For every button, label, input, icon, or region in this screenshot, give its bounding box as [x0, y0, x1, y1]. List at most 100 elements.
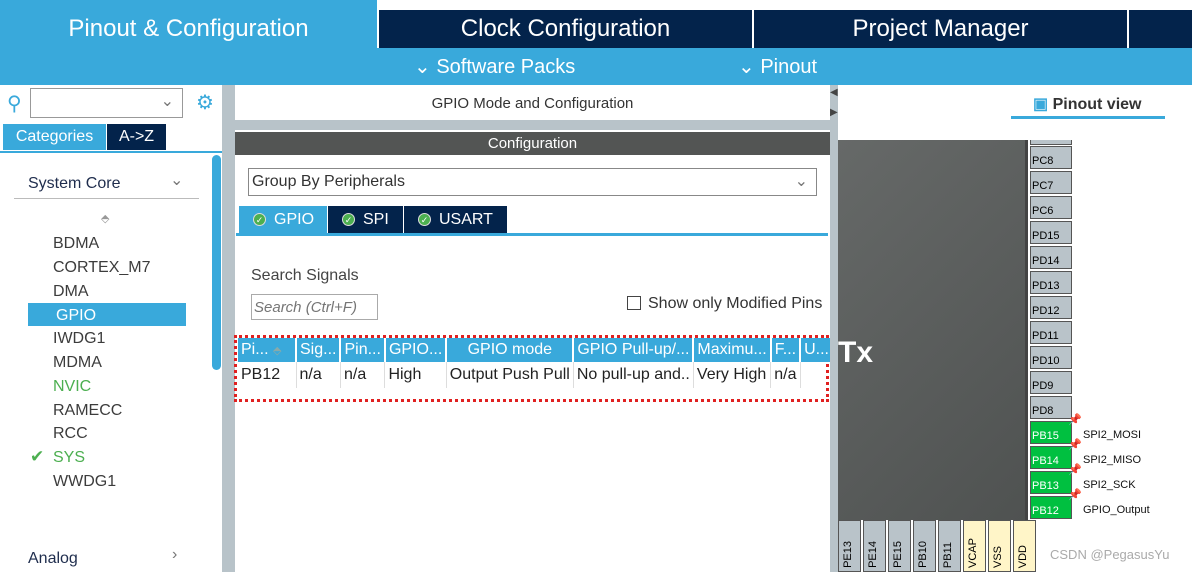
tab-a-z[interactable]: A->Z [107, 124, 166, 150]
sidebar-item-nvic[interactable]: NVIC [53, 378, 91, 396]
software-packs-label: Software Packs [436, 56, 576, 78]
divider [235, 120, 830, 130]
sort-icon[interactable]: ⬘ [101, 212, 109, 225]
sidebar-item-dma[interactable]: DMA [53, 283, 89, 301]
search-signals-label: Search Signals [251, 267, 359, 284]
pin-pb13[interactable]: PB13 [1030, 471, 1072, 494]
pin-partial [1030, 140, 1072, 145]
group-by-value: Group By Peripherals [252, 173, 405, 190]
check-circle-icon: ✓ [342, 213, 355, 226]
pin-pd12[interactable]: PD12 [1030, 296, 1072, 319]
sidebar-item-ramecc[interactable]: RAMECC [53, 402, 122, 420]
gear-icon[interactable]: ⚙ [196, 90, 214, 115]
tab-label: USART [439, 210, 493, 228]
pin-pe13[interactable]: PE13 [838, 520, 861, 572]
collapse-handle[interactable]: ◀ ▶ [830, 85, 838, 572]
chevron-down-icon: ⌄ [414, 56, 431, 78]
tab-pinout-view[interactable]: ▣ Pinout view [1033, 94, 1141, 114]
pin-pd14[interactable]: PD14 [1030, 246, 1072, 269]
configuration-header: Configuration [235, 132, 830, 155]
tab-extra[interactable] [1129, 10, 1192, 48]
col-gpio-pull[interactable]: GPIO Pull-up/... [573, 338, 695, 362]
sidebar-item-cortex-m7[interactable]: CORTEX_M7 [53, 259, 151, 277]
pin-vdd[interactable]: VDD [1013, 520, 1036, 572]
pin-pd13[interactable]: PD13 [1030, 271, 1072, 294]
tab-pinout-configuration[interactable]: Pinout & Configuration [0, 0, 377, 48]
pin-pd8[interactable]: PD8 [1030, 396, 1072, 419]
pin-pb10[interactable]: PB10 [913, 520, 936, 572]
cell: Output Push Pull [446, 362, 574, 388]
sidebar-item-rcc[interactable]: RCC [53, 425, 88, 443]
sidebar-item-sys[interactable]: SYS [53, 449, 85, 467]
col-signal[interactable]: Sig... [296, 338, 342, 362]
tab-label: SPI [363, 210, 389, 228]
section-system-core[interactable]: System Core [28, 175, 120, 193]
sidebar-item-gpio[interactable]: GPIO [56, 307, 96, 325]
col-pin-context[interactable]: Pin... [340, 338, 386, 362]
check-circle-icon: ✓ [418, 213, 431, 226]
chevron-right-icon[interactable]: › [172, 546, 177, 564]
table-row[interactable]: PB12 n/a n/a High Output Push Pull No pu… [238, 362, 860, 388]
pin-pe14[interactable]: PE14 [863, 520, 886, 572]
pin-pc6[interactable]: PC6 [1030, 196, 1072, 219]
pin-pb11[interactable]: PB11 [938, 520, 961, 572]
show-modified-checkbox[interactable] [627, 296, 641, 310]
sidebar-item-mdma[interactable]: MDMA [53, 354, 102, 372]
tab-usart[interactable]: ✓ USART [404, 206, 507, 233]
group-by-select[interactable]: Group By Peripherals ⌄ [248, 168, 817, 196]
search-icon: ⚲ [7, 93, 22, 115]
software-packs-menu[interactable]: ⌄ Software Packs [414, 54, 575, 79]
col-u[interactable]: U... [800, 338, 834, 362]
signal-label: GPIO_Output [1083, 504, 1150, 516]
pin-vcap[interactable]: VCAP [963, 520, 986, 572]
pin-pc8[interactable]: PC8 [1030, 146, 1072, 169]
cell: n/a [296, 362, 341, 388]
section-analog[interactable]: Analog [28, 550, 78, 568]
cell: PB12 [238, 362, 297, 388]
chevron-down-icon: ⌄ [794, 173, 808, 190]
chevron-down-icon: ⌄ [738, 56, 755, 78]
chip-body: Tx [838, 140, 1028, 520]
cell [800, 362, 834, 388]
pin-pd9[interactable]: PD9 [1030, 371, 1072, 394]
col-gpio-output-level[interactable]: GPIO... [384, 338, 448, 362]
pin-vss[interactable]: VSS [988, 520, 1011, 572]
chevron-down-icon[interactable]: ⌄ [170, 170, 183, 190]
cell: n/a [340, 362, 386, 388]
sidebar-search-input[interactable]: ⌄ [30, 88, 183, 118]
show-modified-label: Show only Modified Pins [648, 295, 823, 312]
pin-pb12[interactable]: PB12 [1030, 496, 1072, 519]
col-pin[interactable]: Pi... ⬘ [238, 338, 297, 362]
tab-gpio[interactable]: ✓ GPIO [239, 206, 327, 233]
tab-categories[interactable]: Categories [3, 124, 106, 150]
pin-pd11[interactable]: PD11 [1030, 321, 1072, 344]
pin-pe15[interactable]: PE15 [888, 520, 911, 572]
pushpin-icon: 📌 [1068, 489, 1082, 501]
pin-pc7[interactable]: PC7 [1030, 171, 1072, 194]
selected-highlight [28, 303, 186, 326]
pin-table: Pi... ⬘ Sig... Pin... GPIO... GPIO mode … [238, 338, 860, 388]
signal-label: SPI2_MISO [1083, 454, 1142, 466]
sidebar-item-bdma[interactable]: BDMA [53, 235, 99, 253]
pushpin-icon: 📌 [1068, 439, 1082, 451]
tab-clock-configuration[interactable]: Clock Configuration [379, 10, 752, 48]
pin-pd10[interactable]: PD10 [1030, 346, 1072, 369]
pin-pb14[interactable]: PB14 [1030, 446, 1072, 469]
watermark: CSDN @PegasusYu [1050, 547, 1170, 562]
sidebar-scrollbar[interactable] [212, 155, 221, 370]
chip-label: Tx [838, 336, 874, 369]
splitter[interactable] [222, 85, 235, 572]
sidebar-item-wwdg1[interactable]: WWDG1 [53, 473, 116, 491]
tab-spi[interactable]: ✓ SPI [328, 206, 403, 233]
pin-pd15[interactable]: PD15 [1030, 221, 1072, 244]
pin-pb15[interactable]: PB15 [1030, 421, 1072, 444]
pushpin-icon: 📌 [1068, 464, 1082, 476]
tab-project-manager[interactable]: Project Manager [754, 10, 1127, 48]
col-f[interactable]: F... [770, 338, 802, 362]
pushpin-icon: 📌 [1068, 414, 1082, 426]
sidebar-item-iwdg1[interactable]: IWDG1 [53, 330, 105, 348]
search-signals-input[interactable] [251, 294, 378, 320]
pinout-menu[interactable]: ⌄ Pinout [738, 54, 817, 79]
col-gpio-mode[interactable]: GPIO mode [446, 338, 575, 362]
col-max-speed[interactable]: Maximu... [693, 338, 772, 362]
